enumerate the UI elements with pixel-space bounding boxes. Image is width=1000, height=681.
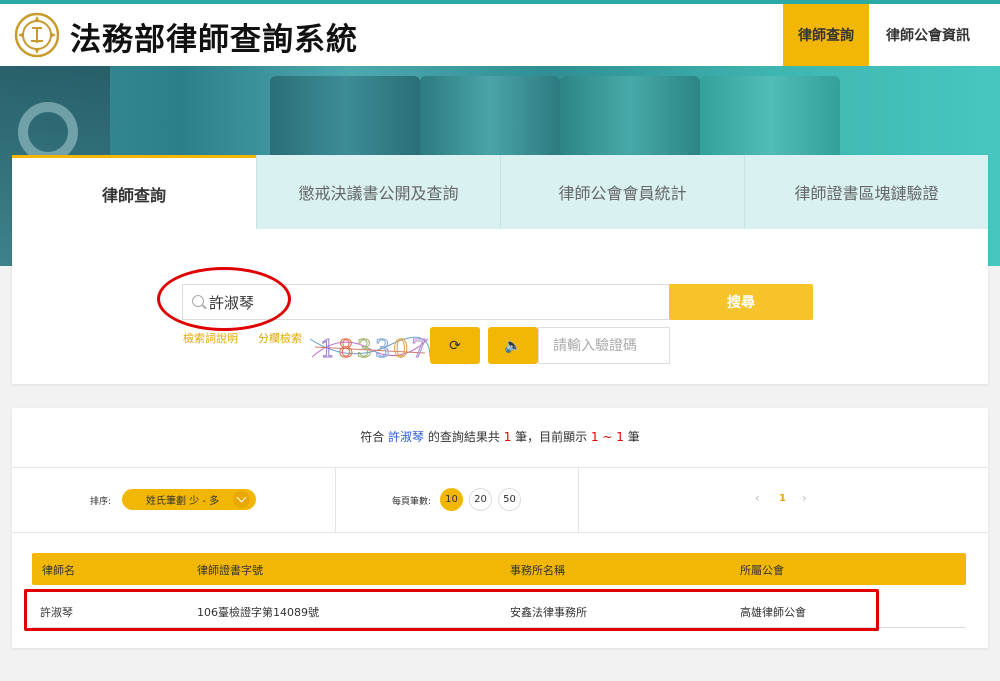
sort-label: 排序: (90, 497, 112, 507)
captcha-audio-button[interactable]: 🔈 (488, 327, 538, 364)
captcha-glyph: 3 (357, 335, 375, 363)
captcha-image: 183307 (310, 335, 430, 364)
chevron-right-icon[interactable]: › (802, 491, 807, 505)
svg-text:183307: 183307 (320, 335, 430, 363)
captcha-refresh-button[interactable]: ⟳ (430, 327, 480, 364)
current-page[interactable]: 1 (779, 493, 786, 504)
tab-blockchain-verification[interactable]: 律師證書區塊鏈驗證 (744, 155, 988, 229)
divider (12, 532, 988, 533)
sort-value: 姓氏筆劃 少 - 多 (146, 496, 220, 507)
summary-text: 筆，目前顯示 (511, 430, 591, 444)
captcha-glyph: 3 (375, 335, 393, 363)
tab-member-statistics[interactable]: 律師公會會員統計 (500, 155, 744, 229)
tab-lawyer-search[interactable]: 律師查詢 (12, 155, 256, 229)
nav-bar-association-info[interactable]: 律師公會資訊 (873, 4, 983, 66)
captcha-glyph: 1 (320, 335, 338, 363)
column-header: 事務所名稱 (510, 564, 565, 577)
results-controls: 排序: 姓氏筆劃 少 - 多 每頁筆數: 10 20 50 ‹ 1 › (12, 468, 988, 532)
sort-select[interactable]: 姓氏筆劃 少 - 多 (122, 489, 256, 510)
divider (335, 468, 336, 532)
ministry-emblem-icon[interactable] (12, 10, 62, 60)
results-summary: 符合 許淑琴 的查詢結果共 1 筆，目前顯示 1 ~ 1 筆 (12, 428, 988, 445)
chevron-down-icon (233, 491, 250, 508)
summary-range: 1 ~ 1 (590, 430, 624, 444)
summary-text: 筆 (623, 430, 640, 444)
summary-text: 符合 (360, 430, 389, 444)
search-button[interactable]: 搜尋 (669, 284, 813, 320)
per-page-20[interactable]: 20 (469, 488, 492, 511)
speaker-icon: 🔈 (504, 337, 522, 354)
chevron-left-icon[interactable]: ‹ (755, 491, 760, 505)
field-search-link[interactable]: 分欄檢索 (258, 330, 302, 346)
per-page-label: 每頁筆數: (392, 497, 432, 507)
highlight-circle (157, 267, 291, 331)
divider (578, 468, 579, 532)
captcha-input[interactable] (538, 327, 670, 364)
site-title[interactable]: 法務部律師查詢系統 (70, 14, 358, 59)
refresh-icon: ⟳ (449, 337, 461, 354)
captcha-glyph: 8 (338, 335, 356, 363)
column-header: 律師證書字號 (197, 564, 263, 577)
search-help-link[interactable]: 檢索詞說明 (183, 330, 238, 346)
banner-decoration (18, 102, 78, 162)
summary-query: 許淑琴 (388, 430, 425, 444)
tab-bar: 律師查詢 懲戒決議書公開及查詢 律師公會會員統計 律師證書區塊鏈驗證 (12, 155, 988, 229)
nav-lawyer-search[interactable]: 律師查詢 (783, 4, 869, 66)
search-card: 律師查詢 懲戒決議書公開及查詢 律師公會會員統計 律師證書區塊鏈驗證 搜尋 檢索… (12, 155, 988, 384)
table-header: 律師名 律師證書字號 事務所名稱 所屬公會 (32, 553, 966, 585)
per-page-50[interactable]: 50 (498, 488, 521, 511)
tab-disciplinary-decisions[interactable]: 懲戒決議書公開及查詢 (256, 155, 500, 229)
captcha-glyph: 0 (393, 335, 411, 363)
highlight-rectangle (24, 589, 879, 631)
summary-text: 的查詢結果共 (424, 430, 504, 444)
results-card: 符合 許淑琴 的查詢結果共 1 筆，目前顯示 1 ~ 1 筆 排序: 姓氏筆劃 … (12, 408, 988, 648)
column-header: 律師名 (42, 564, 75, 577)
per-page-10[interactable]: 10 (440, 488, 463, 511)
captcha-glyph: 7 (411, 335, 429, 363)
column-header: 所屬公會 (740, 564, 784, 577)
